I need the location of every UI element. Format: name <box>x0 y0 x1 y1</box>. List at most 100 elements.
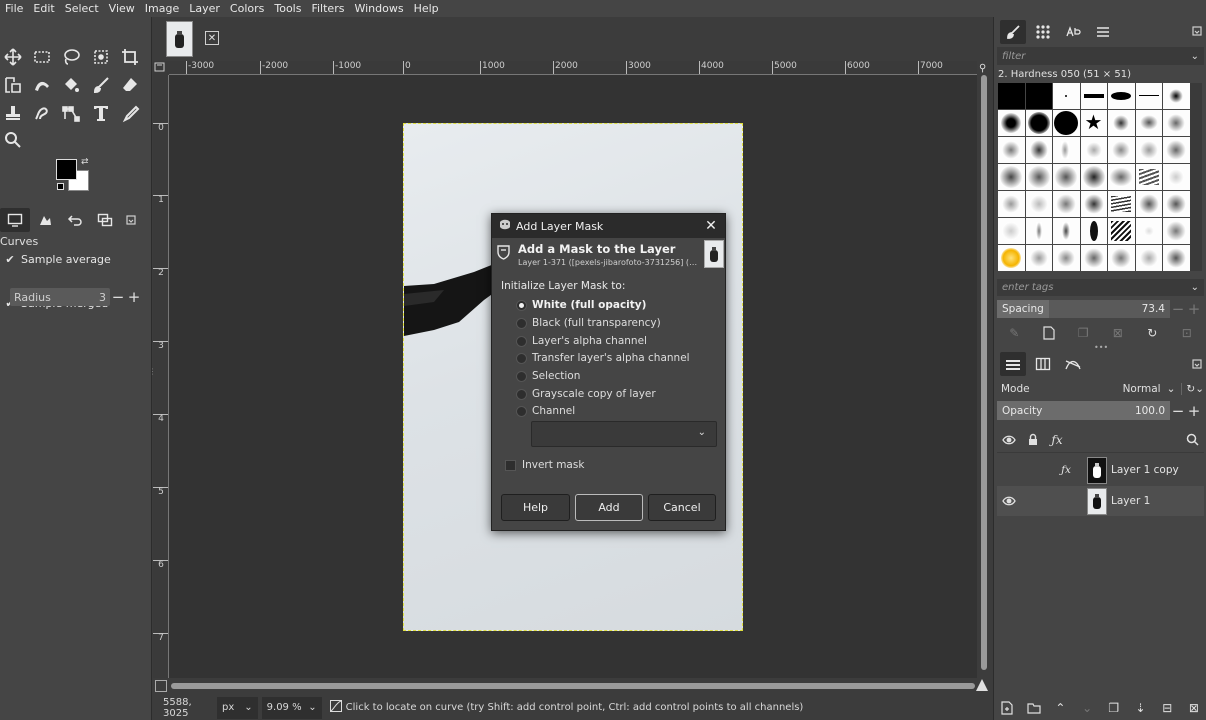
warp-tool-icon[interactable] <box>29 72 55 98</box>
tab-device-status[interactable] <box>30 208 60 232</box>
opacity-decrease-button[interactable]: − <box>1170 402 1186 420</box>
brush-swatch[interactable] <box>1108 164 1135 190</box>
horizontal-scrollbar[interactable] <box>169 680 977 692</box>
brush-swatch[interactable] <box>1053 83 1080 109</box>
new-brush-icon[interactable] <box>1039 323 1059 343</box>
fuzzy-select-tool-icon[interactable] <box>88 44 114 70</box>
new-layer-icon[interactable] <box>997 698 1017 718</box>
brush-swatch[interactable] <box>1025 83 1052 109</box>
quick-mask-toggle[interactable] <box>155 680 167 692</box>
vertical-scroll-thumb[interactable] <box>981 75 987 670</box>
image-tab-close-icon[interactable]: ✕ <box>205 31 219 45</box>
merge-layer-icon[interactable]: ⇣ <box>1131 698 1151 718</box>
brush-swatch[interactable] <box>1135 245 1162 271</box>
brush-swatch[interactable] <box>1108 191 1135 217</box>
lower-layer-icon[interactable]: ⌄ <box>1077 698 1097 718</box>
lasso-tool-icon[interactable] <box>58 44 84 70</box>
layer-row[interactable]: Layer 1 <box>997 486 1204 516</box>
brush-swatch[interactable] <box>1135 137 1162 163</box>
opacity-increase-button[interactable]: + <box>1186 402 1202 420</box>
composite-mode-icon[interactable]: ↻⌄ <box>1181 383 1204 395</box>
brush-swatch[interactable] <box>998 83 1025 109</box>
effects-icon[interactable]: ƒx <box>1045 464 1087 476</box>
rect-select-tool-icon[interactable] <box>29 44 55 70</box>
visibility-eye-icon[interactable] <box>997 428 1021 452</box>
brush-swatch[interactable] <box>1135 110 1162 136</box>
brush-swatch[interactable] <box>1163 191 1190 217</box>
invert-mask-checkbox[interactable]: Invert mask <box>505 459 584 471</box>
radius-increase-button[interactable]: + <box>126 288 142 306</box>
transform-tool-icon[interactable] <box>0 72 26 98</box>
radius-field[interactable]: Radius 3 <box>10 288 110 306</box>
menu-colors[interactable]: Colors <box>225 2 269 15</box>
radio-selection[interactable]: Selection <box>516 368 580 384</box>
brush-swatch[interactable] <box>1025 110 1052 136</box>
brush-swatch[interactable] <box>998 164 1025 190</box>
menu-tools[interactable]: Tools <box>269 2 306 15</box>
bucket-fill-tool-icon[interactable] <box>58 72 84 98</box>
brush-swatch[interactable] <box>1163 137 1190 163</box>
tab-patterns[interactable] <box>1030 20 1056 44</box>
radio-transfer-alpha-channel[interactable]: Transfer layer's alpha channel <box>516 350 690 366</box>
edit-brush-icon[interactable]: ✎ <box>1004 323 1024 343</box>
menu-help[interactable]: Help <box>409 2 444 15</box>
text-tool-icon[interactable] <box>88 100 114 126</box>
brush-swatch[interactable] <box>1080 83 1107 109</box>
horizontal-scroll-thumb[interactable] <box>171 683 975 689</box>
tab-layers[interactable] <box>1000 352 1026 376</box>
brush-swatch[interactable] <box>1080 245 1107 271</box>
close-icon[interactable]: ✕ <box>703 218 719 234</box>
tab-channels[interactable] <box>1030 352 1056 376</box>
brush-swatch[interactable] <box>1163 83 1190 109</box>
navigate-icon[interactable]: ⚲ <box>979 63 986 74</box>
spacing-increase-button[interactable]: + <box>1186 300 1202 318</box>
brush-swatch[interactable] <box>1163 164 1190 190</box>
cancel-button[interactable]: Cancel <box>648 494 716 521</box>
color-picker-tool-icon[interactable] <box>117 100 143 126</box>
brush-swatch[interactable] <box>1108 245 1135 271</box>
brush-swatch[interactable] <box>998 137 1025 163</box>
brush-swatch[interactable]: ★ <box>1080 110 1107 136</box>
brush-swatch[interactable] <box>1163 245 1190 271</box>
sample-average-checkbox[interactable]: ✔ Sample average <box>0 249 152 269</box>
brush-swatch[interactable] <box>1053 245 1080 271</box>
clone-tool-icon[interactable] <box>0 100 26 126</box>
paths-tool-icon[interactable] <box>58 100 84 126</box>
menu-edit[interactable]: Edit <box>28 2 59 15</box>
menu-image[interactable]: Image <box>140 2 184 15</box>
radio-grayscale-copy[interactable]: Grayscale copy of layer <box>516 386 656 402</box>
brush-swatch[interactable] <box>998 110 1025 136</box>
opacity-slider[interactable]: Opacity 100.0 <box>997 401 1170 420</box>
brush-swatch[interactable] <box>1135 218 1162 244</box>
dialog-titlebar[interactable]: Add Layer Mask <box>492 214 725 238</box>
help-button[interactable]: Help <box>501 494 570 521</box>
move-tool-icon[interactable] <box>0 44 26 70</box>
brush-swatch[interactable] <box>1163 110 1190 136</box>
tab-undo-history[interactable] <box>60 208 90 232</box>
brush-swatch[interactable] <box>1135 191 1162 217</box>
paintbrush-tool-icon[interactable] <box>88 72 114 98</box>
channel-select[interactable]: ⌄ <box>531 421 717 447</box>
tab-fonts[interactable] <box>1060 20 1086 44</box>
tab-paths[interactable] <box>1060 352 1086 376</box>
brush-swatch[interactable] <box>998 245 1025 271</box>
brush-swatch[interactable] <box>1108 218 1135 244</box>
lock-icon[interactable] <box>1021 428 1045 452</box>
duplicate-brush-icon[interactable]: ❐ <box>1073 323 1093 343</box>
mode-select[interactable]: Normal ⌄ ↻⌄ <box>1123 383 1204 395</box>
brush-swatch[interactable] <box>1108 110 1135 136</box>
tab-images[interactable] <box>90 208 120 232</box>
crop-tool-icon[interactable] <box>117 44 143 70</box>
brush-swatch[interactable] <box>1053 218 1080 244</box>
brush-swatch[interactable] <box>1053 110 1080 136</box>
brush-swatch[interactable] <box>1025 164 1052 190</box>
duplicate-layer-icon[interactable]: ❐ <box>1104 698 1124 718</box>
tab-document-history[interactable] <box>1090 20 1116 44</box>
brush-as-image-icon[interactable]: ⊡ <box>1177 323 1197 343</box>
brush-swatch[interactable] <box>998 191 1025 217</box>
radio-white-full-opacity[interactable]: White (full opacity) <box>516 297 646 313</box>
menu-view[interactable]: View <box>104 2 140 15</box>
add-mask-icon[interactable]: ⊟ <box>1157 698 1177 718</box>
eraser-tool-icon[interactable] <box>117 72 143 98</box>
visibility-eye-icon[interactable] <box>997 496 1021 506</box>
